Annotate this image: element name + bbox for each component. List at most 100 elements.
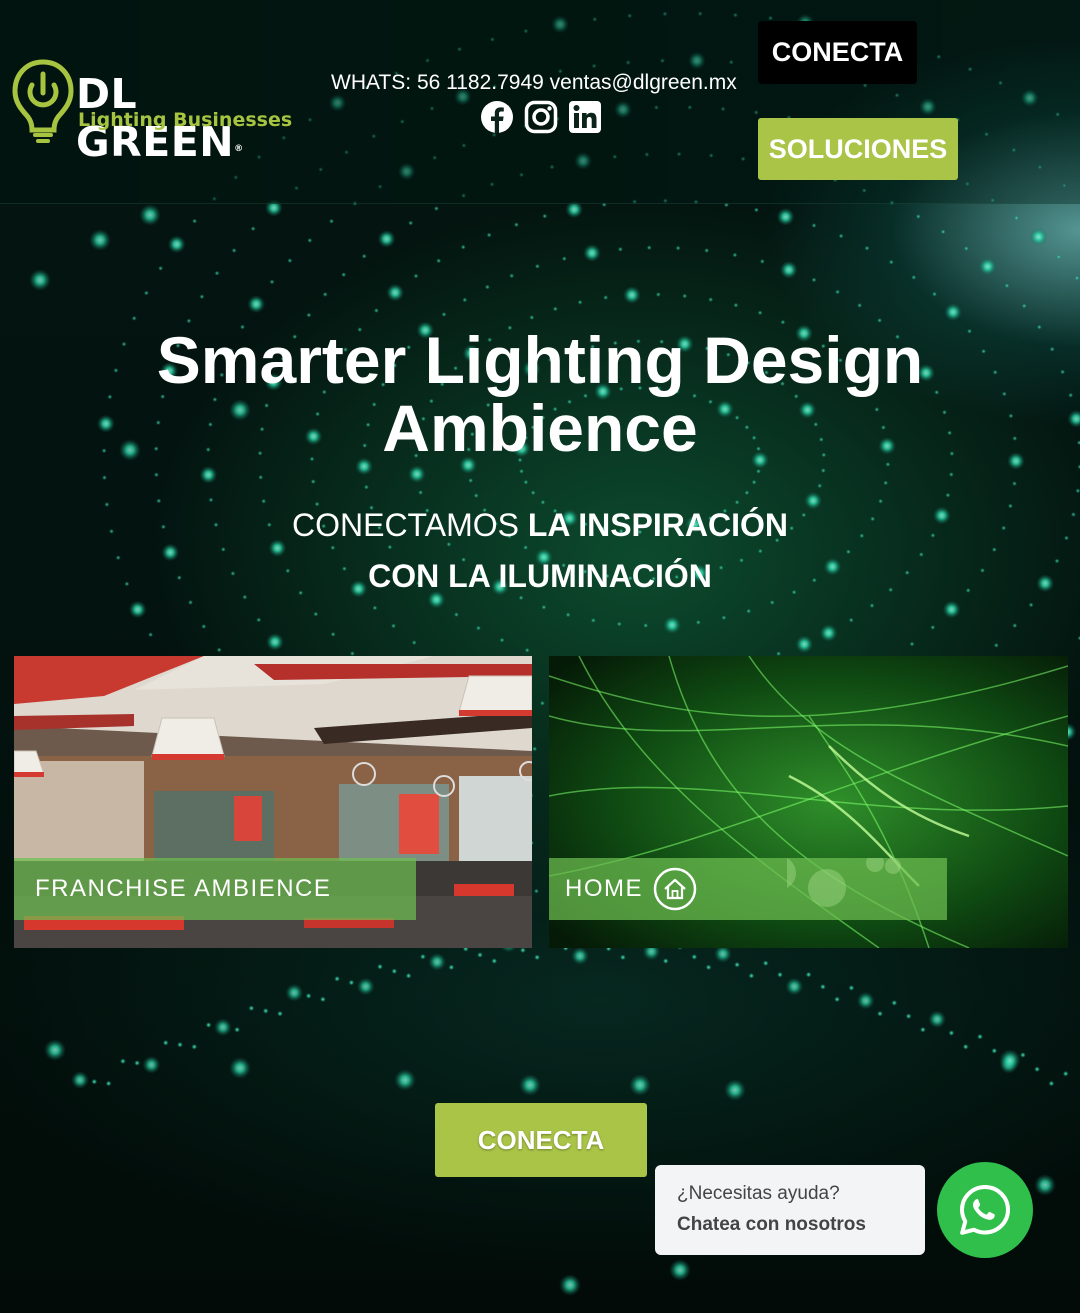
light-dot [305, 992, 312, 999]
soluciones-nav-button[interactable]: SOLUCIONES [758, 118, 958, 180]
light-dot [751, 479, 757, 485]
light-dot [328, 218, 335, 224]
light-dot [561, 256, 567, 262]
light-dot [530, 490, 536, 496]
light-dot [1019, 1052, 1026, 1058]
light-dot [559, 1274, 581, 1296]
light-dot [477, 951, 483, 958]
light-dot [322, 291, 328, 297]
light-dot [905, 1013, 912, 1020]
light-dot [394, 1069, 416, 1091]
light-dot [695, 619, 701, 626]
chat-question: ¿Necesitas ayuda? [677, 1183, 840, 1204]
light-dot [931, 291, 938, 297]
light-dot [361, 253, 367, 259]
light-dot [167, 235, 186, 254]
dl-green-logo[interactable]: DL GREEN® Lighting Businesses [12, 56, 312, 166]
logo-tagline: Lighting Businesses [78, 109, 293, 131]
light-dot [71, 1071, 89, 1089]
light-dot [448, 964, 455, 971]
light-dot [468, 477, 474, 484]
light-dot [993, 642, 999, 648]
light-dot [819, 624, 838, 642]
social-links [480, 100, 602, 134]
light-dot [746, 608, 752, 614]
light-dot [541, 604, 547, 610]
light-dot [532, 746, 538, 752]
light-dot [1011, 481, 1018, 487]
light-dot [460, 244, 466, 250]
conecta-nav-button[interactable]: CONECTA [758, 21, 917, 84]
light-dot [1028, 602, 1034, 608]
chat-prompt-bubble[interactable]: ¿Necesitas ayuda? Chatea con nosotros [655, 1165, 925, 1255]
light-dot [948, 471, 954, 478]
light-dot [419, 953, 426, 960]
light-dot [785, 977, 804, 996]
light-dot [748, 972, 755, 979]
conecta-cta-button[interactable]: CONECTA [435, 1103, 647, 1177]
light-dot [411, 640, 417, 646]
light-dot [669, 1259, 691, 1281]
contact-info[interactable]: WHATS: 56 1182.7949 ventas@dlgreen.mx [331, 71, 737, 95]
instagram-icon[interactable] [524, 100, 558, 134]
light-dot [269, 279, 275, 285]
light-dot [928, 1010, 947, 1029]
light-dot [153, 472, 159, 478]
light-dot [1048, 1080, 1055, 1087]
light-dot [963, 245, 969, 252]
home-icon [653, 867, 697, 911]
light-dot [205, 1022, 212, 1028]
light-dot [390, 623, 397, 629]
light-dot [571, 947, 589, 965]
light-dot [256, 617, 262, 623]
light-dot [363, 484, 369, 490]
whatsapp-chat-button[interactable] [937, 1162, 1033, 1258]
light-dot [319, 996, 326, 1003]
light-dot [29, 269, 51, 291]
light-dot [682, 293, 688, 299]
light-dot [991, 1047, 998, 1054]
light-dot [734, 961, 741, 968]
light-dot [486, 232, 492, 238]
franchise-label: FRANCHISE AMBIENCE [35, 875, 332, 902]
light-dot [662, 958, 669, 964]
hero-sub-bold1: LA INSPIRACIÓN [527, 507, 788, 543]
light-dot [128, 600, 147, 619]
light-dot [250, 226, 256, 232]
light-dot [732, 252, 738, 258]
light-dot [330, 631, 336, 637]
light-dot [139, 204, 161, 226]
light-dot [708, 297, 714, 303]
light-dot [942, 600, 961, 619]
light-dot [724, 1079, 746, 1101]
light-dot [499, 637, 505, 643]
registered-mark: ® [234, 144, 244, 154]
light-dot [91, 1078, 98, 1085]
light-dot [856, 991, 875, 1010]
facebook-icon[interactable] [480, 100, 514, 134]
light-dot [757, 310, 763, 316]
light-dot [436, 258, 442, 264]
light-dot [864, 245, 870, 251]
light-dot [484, 284, 490, 290]
light-dot [306, 312, 312, 318]
light-dot [534, 954, 541, 961]
light-dot [1074, 275, 1080, 281]
light-dot [915, 213, 921, 220]
light-dot [1029, 227, 1048, 246]
light-dot [869, 603, 875, 609]
light-dot [177, 1041, 183, 1048]
franchise-ambience-card[interactable]: FRANCHISE AMBIENCE [14, 656, 532, 948]
light-dot [834, 996, 841, 1003]
light-dot [820, 467, 826, 474]
light-dot [691, 953, 698, 960]
light-dot [945, 492, 951, 498]
linkedin-icon[interactable] [568, 100, 602, 134]
light-dot [848, 617, 854, 623]
light-dot [1034, 1174, 1056, 1196]
light-dot [307, 237, 313, 243]
home-card[interactable]: HOME [549, 656, 1068, 948]
light-dot [1056, 254, 1062, 260]
light-dot [883, 480, 889, 486]
light-dot [491, 958, 498, 964]
